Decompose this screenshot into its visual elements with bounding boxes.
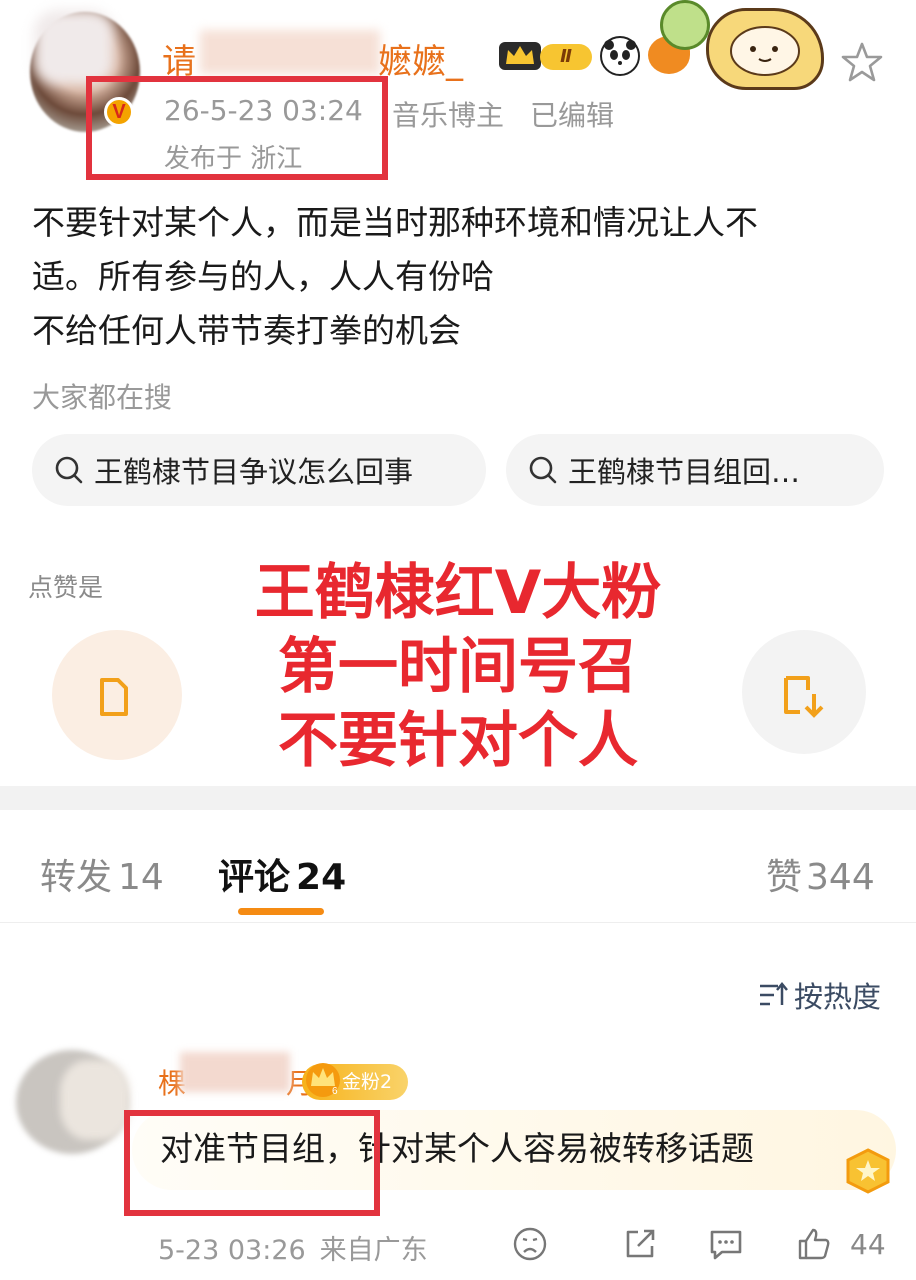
tab-comments[interactable]: 评论 24 [218, 848, 346, 900]
sticker-emoji-icon [706, 8, 824, 90]
avatar-blur-mask [34, 10, 114, 85]
overlay-caption-line: 王鹤棣红V大粉 [254, 558, 662, 628]
note-icon [100, 678, 128, 716]
sort-button[interactable]: 按热度 [758, 974, 881, 1016]
section-divider [0, 786, 916, 810]
tab-count: 24 [296, 857, 347, 898]
fan-level: 6 [332, 1086, 338, 1097]
search-icon [55, 456, 83, 484]
sort-label: 按热度 [794, 980, 882, 1014]
level-badge: Ⅱ [540, 44, 592, 70]
commenter-name-blur [180, 1052, 290, 1092]
search-icon [529, 456, 557, 484]
crown-icon [499, 42, 541, 70]
tab-count: 14 [118, 857, 164, 898]
author-name-blur [200, 30, 380, 74]
post-text: 不要针对某个人，而是当时那种环境和情况让人不 适。所有参与的人，人人有份哈 不给… [32, 196, 892, 358]
tab-likes[interactable]: 赞 344 [766, 848, 875, 900]
medal-icon [846, 1148, 890, 1194]
tab-label: 评论 [218, 857, 291, 898]
tab-repost[interactable]: 转发 14 [40, 848, 164, 900]
edited-label[interactable]: 已编辑 [530, 94, 614, 134]
comment-like-count: 44 [850, 1228, 886, 1261]
search-chip-label: 王鹤棣节目争议怎么回事 [94, 455, 414, 489]
sort-icon [760, 982, 788, 1006]
tab-label: 赞 [766, 857, 803, 898]
search-chip-label: 王鹤棣节目组回… [568, 455, 801, 489]
post-text-line: 不给任何人带节奏打拳的机会 [32, 311, 461, 350]
tab-count: 344 [806, 857, 875, 898]
tab-label: 转发 [40, 857, 113, 898]
download-doc-icon [784, 676, 824, 718]
post-text-line: 不要针对某个人，而是当时那种环境和情况让人不 [32, 203, 758, 242]
overlay-caption: 王鹤棣红V大粉 第一时间号召 不要针对个人 [208, 556, 708, 778]
crown-icon: 6 [306, 1063, 340, 1097]
likes-hint: 点赞是 [28, 573, 104, 602]
sad-face-icon[interactable] [512, 1226, 548, 1262]
comment-time: 5-23 03:26 [158, 1235, 306, 1266]
author-name-tail[interactable]: 嬷嬷_ [378, 34, 463, 83]
search-chip[interactable]: 王鹤棣节目争议怎么回事 [32, 434, 486, 506]
overlay-caption-line: 第一时间号召 [278, 632, 638, 702]
comment-icon[interactable] [708, 1226, 744, 1262]
active-tab-indicator [238, 908, 324, 915]
search-chip[interactable]: 王鹤棣节目组回… [506, 434, 884, 506]
overlay-caption-line: 不要针对个人 [278, 706, 638, 776]
comment-meta: 5-23 03:26 来自广东 [158, 1228, 428, 1267]
panda-emoji-icon [600, 36, 640, 76]
share-icon[interactable] [622, 1226, 658, 1262]
highlight-box [86, 76, 388, 180]
star-icon[interactable] [840, 40, 884, 84]
thumbs-up-icon[interactable] [796, 1226, 832, 1262]
sticker-emoji-icon [660, 0, 710, 50]
post-text-line: 适。所有参与的人，人人有份哈 [32, 257, 494, 296]
avatar-blur-mask [60, 1060, 130, 1140]
highlight-box [124, 1110, 380, 1216]
trending-search-title: 大家都在搜 [32, 381, 173, 414]
tab-divider [0, 922, 916, 923]
author-tagline: 音乐博主 [392, 99, 505, 132]
comment-source: 来自广东 [319, 1235, 428, 1266]
